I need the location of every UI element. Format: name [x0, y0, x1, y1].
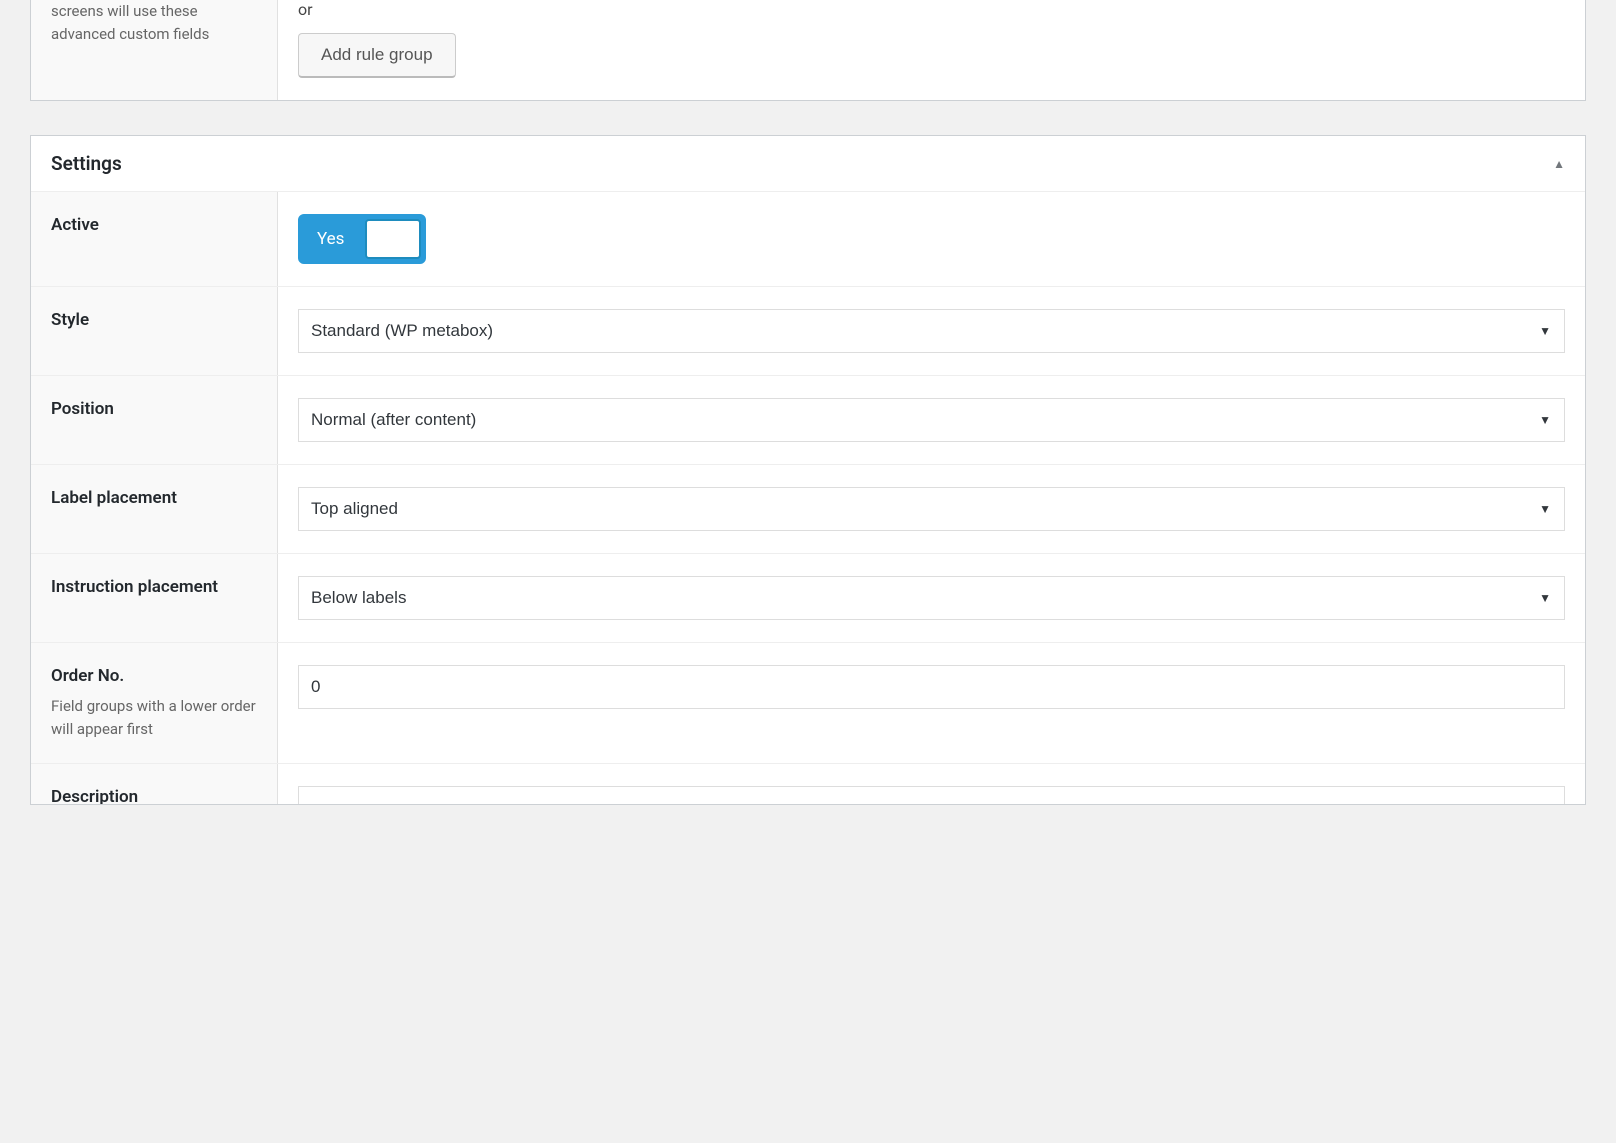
settings-panel-header: Settings ▲ [31, 136, 1585, 192]
position-row: Position Normal (after content) [31, 376, 1585, 465]
active-label-cell: Active [31, 192, 278, 286]
description-control-cell [278, 764, 1585, 804]
order-no-input[interactable] [298, 665, 1565, 709]
label-placement-select[interactable]: Top aligned [298, 487, 1565, 531]
instruction-placement-control-cell: Below labels [278, 554, 1585, 642]
location-rules-panel: screens will use these advanced custom f… [30, 0, 1586, 101]
chevron-up-icon: ▲ [1553, 157, 1565, 171]
style-select-wrapper: Standard (WP metabox) [298, 309, 1565, 353]
instruction-placement-label: Instruction placement [51, 576, 257, 600]
description-input[interactable] [298, 786, 1565, 804]
order-no-label: Order No. [51, 665, 257, 689]
order-no-control-cell [278, 643, 1585, 763]
style-row: Style Standard (WP metabox) [31, 287, 1585, 376]
style-control-cell: Standard (WP metabox) [278, 287, 1585, 375]
instruction-placement-select[interactable]: Below labels [298, 576, 1565, 620]
location-rules-control-cell: or Add rule group [278, 0, 1585, 100]
active-toggle-on-label: Yes [299, 229, 344, 249]
add-rule-group-button[interactable]: Add rule group [298, 33, 456, 78]
settings-panel: Settings ▲ Active Yes Style Standard (WP… [30, 135, 1586, 805]
location-rules-description: screens will use these advanced custom f… [51, 0, 257, 47]
settings-panel-title: Settings [51, 152, 122, 175]
label-placement-control-cell: Top aligned [278, 465, 1585, 553]
position-select[interactable]: Normal (after content) [298, 398, 1565, 442]
position-control-cell: Normal (after content) [278, 376, 1585, 464]
description-label: Description [51, 786, 257, 804]
instruction-placement-label-cell: Instruction placement [31, 554, 278, 642]
style-label-cell: Style [31, 287, 278, 375]
location-rules-row: screens will use these advanced custom f… [31, 0, 1585, 100]
label-placement-row: Label placement Top aligned [31, 465, 1585, 554]
style-select[interactable]: Standard (WP metabox) [298, 309, 1565, 353]
location-rules-label-cell: screens will use these advanced custom f… [31, 0, 278, 100]
active-label: Active [51, 214, 257, 238]
active-row: Active Yes [31, 192, 1585, 287]
description-row: Description [31, 764, 1585, 804]
position-label-cell: Position [31, 376, 278, 464]
active-control-cell: Yes [278, 192, 1585, 286]
label-placement-label-cell: Label placement [31, 465, 278, 553]
order-no-label-cell: Order No. Field groups with a lower orde… [31, 643, 278, 763]
active-toggle[interactable]: Yes [298, 214, 426, 264]
panel-toggle-button[interactable]: ▲ [1553, 157, 1565, 171]
label-placement-select-wrapper: Top aligned [298, 487, 1565, 531]
instruction-placement-select-wrapper: Below labels [298, 576, 1565, 620]
active-toggle-slider [365, 219, 421, 259]
or-separator-label: or [298, 0, 1565, 19]
instruction-placement-row: Instruction placement Below labels [31, 554, 1585, 643]
position-label: Position [51, 398, 257, 422]
style-label: Style [51, 309, 257, 333]
label-placement-label: Label placement [51, 487, 257, 511]
description-label-cell: Description [31, 764, 278, 804]
order-no-row: Order No. Field groups with a lower orde… [31, 643, 1585, 764]
order-no-description: Field groups with a lower order will app… [51, 695, 257, 742]
position-select-wrapper: Normal (after content) [298, 398, 1565, 442]
